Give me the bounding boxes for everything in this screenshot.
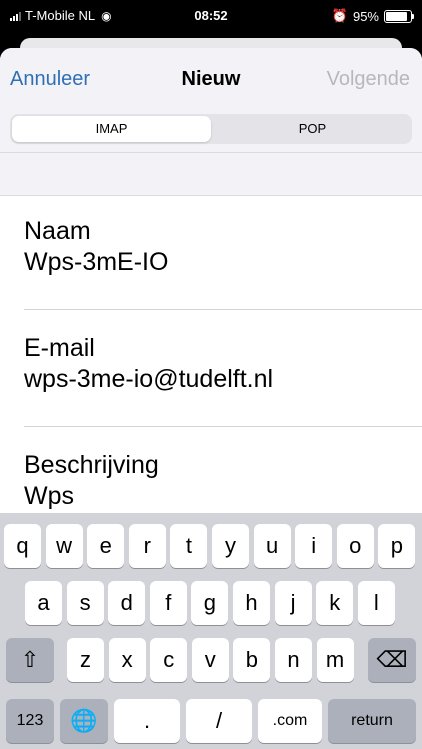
key-u[interactable]: u — [253, 524, 291, 568]
key-i[interactable]: i — [295, 524, 333, 568]
status-bar: T-Mobile NL ◉ 08:52 ⏰ 95% — [0, 0, 422, 32]
key-y[interactable]: y — [212, 524, 249, 568]
key-f[interactable]: f — [149, 581, 187, 625]
key-s[interactable]: s — [66, 581, 104, 625]
protocol-segmented-control: IMAP POP — [10, 114, 412, 144]
description-value[interactable]: Wps — [24, 481, 422, 512]
email-label: E-mail — [24, 334, 95, 362]
key-g[interactable]: g — [191, 581, 229, 625]
key-x[interactable]: x — [108, 638, 146, 682]
key-w[interactable]: w — [45, 524, 83, 568]
key-v[interactable]: v — [191, 638, 229, 682]
description-label: Beschrijving — [24, 451, 159, 479]
key-l[interactable]: l — [357, 581, 395, 625]
key-m[interactable]: m — [316, 638, 354, 682]
description-field[interactable]: Beschrijving Wps — [24, 450, 422, 512]
key-r[interactable]: r — [128, 524, 166, 568]
segment-imap[interactable]: IMAP — [12, 116, 211, 142]
key-k[interactable]: k — [316, 581, 354, 625]
email-value[interactable]: wps-3me-io@tudelft.nl — [24, 364, 422, 395]
return-key[interactable]: return — [328, 699, 416, 743]
globe-key[interactable]: 🌐 — [60, 699, 108, 743]
numbers-key[interactable]: 123 — [6, 699, 54, 743]
name-field[interactable]: Naam Wps-3mE-IO — [24, 216, 422, 278]
status-right: ⏰ 95% — [331, 8, 414, 24]
dotcom-key[interactable]: .com — [258, 699, 322, 743]
key-o[interactable]: o — [336, 524, 374, 568]
key-z[interactable]: z — [67, 638, 104, 682]
keyboard: qwertyuiop asdfghjkl zxcvbnm ⇧ ⌫ 123 🌐 .… — [0, 513, 422, 749]
alarm-icon: ⏰ — [331, 8, 348, 23]
key-t[interactable]: t — [170, 524, 208, 568]
email-field[interactable]: E-mail wps-3me-io@tudelft.nl — [24, 333, 422, 395]
divider — [24, 309, 422, 310]
battery-fill — [386, 11, 407, 21]
battery-percent: 95% — [352, 8, 379, 24]
name-label: Naam — [24, 217, 91, 245]
key-q[interactable]: q — [4, 524, 41, 568]
key-a[interactable]: a — [25, 581, 62, 625]
delete-key[interactable]: ⌫ — [368, 638, 416, 682]
segment-bar: IMAP POP — [0, 110, 422, 152]
shift-icon: ⇧ — [20, 647, 40, 672]
section-spacer — [0, 152, 422, 196]
name-value[interactable]: Wps-3mE-IO — [24, 247, 422, 278]
segment-pop[interactable]: POP — [213, 114, 412, 144]
key-j[interactable]: j — [274, 581, 312, 625]
key-b[interactable]: b — [233, 638, 271, 682]
dot-key[interactable]: . — [114, 699, 180, 743]
divider — [24, 426, 422, 427]
shift-key[interactable]: ⇧ — [6, 638, 54, 682]
backspace-icon: ⌫ — [376, 647, 408, 672]
key-p[interactable]: p — [378, 524, 416, 568]
globe-icon: 🌐 — [70, 708, 98, 733]
navigation-bar: Annuleer Nieuw Volgende — [0, 48, 422, 110]
key-e[interactable]: e — [87, 524, 125, 568]
battery-icon — [384, 9, 414, 23]
key-d[interactable]: d — [108, 581, 146, 625]
key-n[interactable]: n — [275, 638, 312, 682]
next-button[interactable]: Volgende — [327, 68, 410, 91]
slash-key[interactable]: / — [186, 699, 252, 743]
key-c[interactable]: c — [150, 638, 188, 682]
key-h[interactable]: h — [233, 581, 270, 625]
